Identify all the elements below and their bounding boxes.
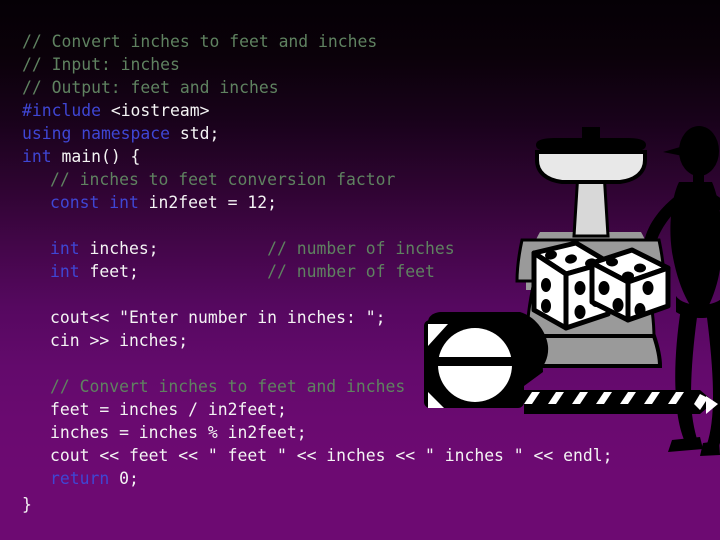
- code-token-plain: cout<< "Enter number in inches: ";: [50, 308, 386, 327]
- code-token-keyword: int: [50, 239, 80, 258]
- code-line: cout << feet << " feet " << inches << " …: [50, 446, 613, 466]
- code-token-plain: std;: [170, 124, 220, 143]
- code-token-plain: <iostream>: [100, 101, 210, 120]
- code-line: // Output: feet and inches: [22, 78, 279, 98]
- presentation-slide: // Convert inches to feet and inches // I…: [0, 0, 720, 540]
- code-line: const int in2feet = 12;: [50, 193, 277, 213]
- code-token-plain: feet = inches / in2feet;: [50, 400, 287, 419]
- code-token-plain: cin >> inches;: [50, 331, 189, 350]
- code-token-plain: inches;: [79, 239, 159, 258]
- code-line: // Input: inches: [22, 55, 180, 75]
- code-token-keyword: int: [22, 147, 52, 166]
- code-line: int inches; // number of inches: [50, 239, 455, 259]
- code-line: #include <iostream>: [22, 101, 210, 121]
- code-token-comment: // Input: inches: [22, 55, 180, 74]
- code-token-comment: // inches to feet conversion factor: [50, 170, 396, 189]
- code-token-plain: main() {: [51, 147, 141, 166]
- code-token-keyword: int: [50, 262, 80, 281]
- code-token-keyword: return: [50, 469, 110, 488]
- code-line: feet = inches / in2feet;: [50, 400, 287, 420]
- code-line: // inches to feet conversion factor: [50, 170, 396, 190]
- code-line: cin >> inches;: [50, 331, 189, 351]
- code-line: int feet; // number of feet: [50, 262, 435, 282]
- code-line: inches = inches % in2feet;: [50, 423, 307, 443]
- code-line: using namespace std;: [22, 124, 220, 144]
- code-token-plain: }: [22, 495, 32, 514]
- code-line: cout<< "Enter number in inches: ";: [50, 308, 386, 328]
- code-token-plain: 0;: [109, 469, 139, 488]
- code-token-plain: in2feet = 12;: [138, 193, 277, 212]
- code-token-comment: // number of feet: [237, 262, 435, 281]
- code-line: return 0;: [50, 469, 139, 489]
- code-token-plain: cout << feet << " feet " << inches << " …: [50, 446, 613, 465]
- code-token-plain: inches = inches % in2feet;: [50, 423, 307, 442]
- code-token-comment: // Convert inches to feet and inches: [22, 32, 378, 51]
- code-line: // Convert inches to feet and inches: [50, 377, 406, 397]
- code-token-keyword: #include: [22, 101, 101, 120]
- code-token-comment: // Convert inches to feet and inches: [50, 377, 406, 396]
- code-line: // Convert inches to feet and inches: [22, 32, 378, 52]
- code-token-comment: // Output: feet and inches: [22, 78, 279, 97]
- code-token-keyword: const int: [50, 193, 139, 212]
- code-block: // Convert inches to feet and inches // I…: [0, 0, 720, 540]
- code-line: }: [22, 495, 32, 515]
- code-token-comment: // number of inches: [237, 239, 455, 258]
- code-line: int main() {: [22, 147, 141, 167]
- code-token-plain: feet;: [79, 262, 139, 281]
- code-token-keyword: using namespace: [22, 124, 171, 143]
